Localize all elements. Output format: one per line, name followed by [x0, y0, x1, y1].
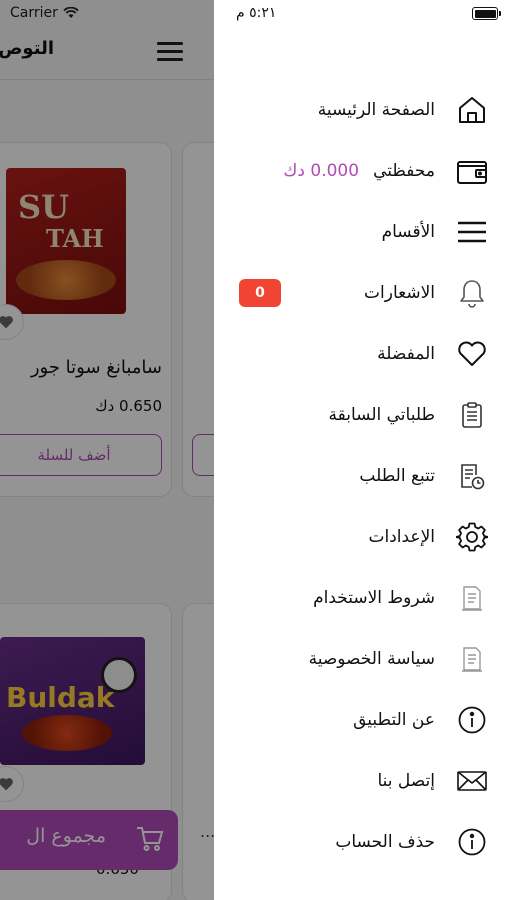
heart-icon	[458, 341, 486, 366]
gear-icon	[456, 522, 488, 552]
home-icon	[459, 97, 485, 123]
menu-item-categories[interactable]: الأقسام	[219, 210, 489, 254]
status-time: ٥:٢١ م	[236, 5, 277, 21]
background-app: Carrier التوص SU TAH سامبانغ سوتا جور 0.…	[0, 0, 214, 900]
notification-count-badge: 0	[239, 279, 281, 307]
menu-item-label: الصفحة الرئيسية	[317, 100, 435, 120]
menu-item-label: عن التطبيق	[353, 710, 435, 730]
menu-item-label: إتصل بنا	[377, 771, 435, 791]
menu-item-contact[interactable]: إتصل بنا	[219, 759, 489, 803]
menu-item-previous-orders[interactable]: طلباتي السابقة	[219, 393, 489, 437]
menu-item-label: الاشعارات	[364, 283, 435, 303]
menu-item-label: محفظتي	[373, 161, 435, 181]
terms-document-icon	[462, 586, 482, 611]
drawer-dim-overlay[interactable]	[0, 0, 214, 900]
privacy-document-icon	[462, 647, 482, 672]
menu-item-label: سياسة الخصوصية	[308, 649, 435, 669]
menu-item-label: طلباتي السابقة	[328, 405, 435, 425]
menu-item-favorites[interactable]: المفضلة	[219, 332, 489, 376]
menu-item-label: شروط الاستخدام	[313, 588, 435, 608]
categories-menu-icon	[458, 221, 486, 243]
menu-item-delete-account[interactable]: حذف الحساب	[219, 820, 489, 864]
menu-item-label: الإعدادات	[368, 527, 435, 547]
mail-icon	[457, 771, 487, 791]
menu-item-settings[interactable]: الإعدادات	[219, 515, 489, 559]
info-icon	[458, 706, 486, 734]
menu-item-notifications[interactable]: الاشعارات 0	[219, 271, 489, 315]
wallet-balance: 0.000 دك	[283, 161, 360, 181]
menu-item-track-order[interactable]: تتبع الطلب	[219, 454, 489, 498]
track-order-icon	[461, 464, 485, 490]
menu-item-privacy[interactable]: سياسة الخصوصية	[219, 637, 489, 681]
bell-icon	[460, 280, 484, 308]
menu-item-wallet[interactable]: محفظتي 0.000 دك	[219, 149, 489, 193]
menu-item-home[interactable]: الصفحة الرئيسية	[219, 88, 489, 132]
menu-item-about[interactable]: عن التطبيق	[219, 698, 489, 742]
menu-item-label: تتبع الطلب	[359, 466, 435, 486]
orders-clipboard-icon	[462, 402, 482, 428]
menu-item-label: المفضلة	[377, 344, 435, 364]
wallet-icon	[457, 161, 487, 184]
delete-account-info-icon	[458, 828, 486, 856]
menu-item-label: حذف الحساب	[335, 832, 435, 852]
menu-item-terms[interactable]: شروط الاستخدام	[219, 576, 489, 620]
navigation-drawer: ٥:٢١ م الصفحة الرئيسية محفظتي 0.000 دك ا…	[214, 0, 507, 900]
menu-item-label: الأقسام	[381, 222, 435, 242]
battery-icon	[472, 7, 501, 20]
